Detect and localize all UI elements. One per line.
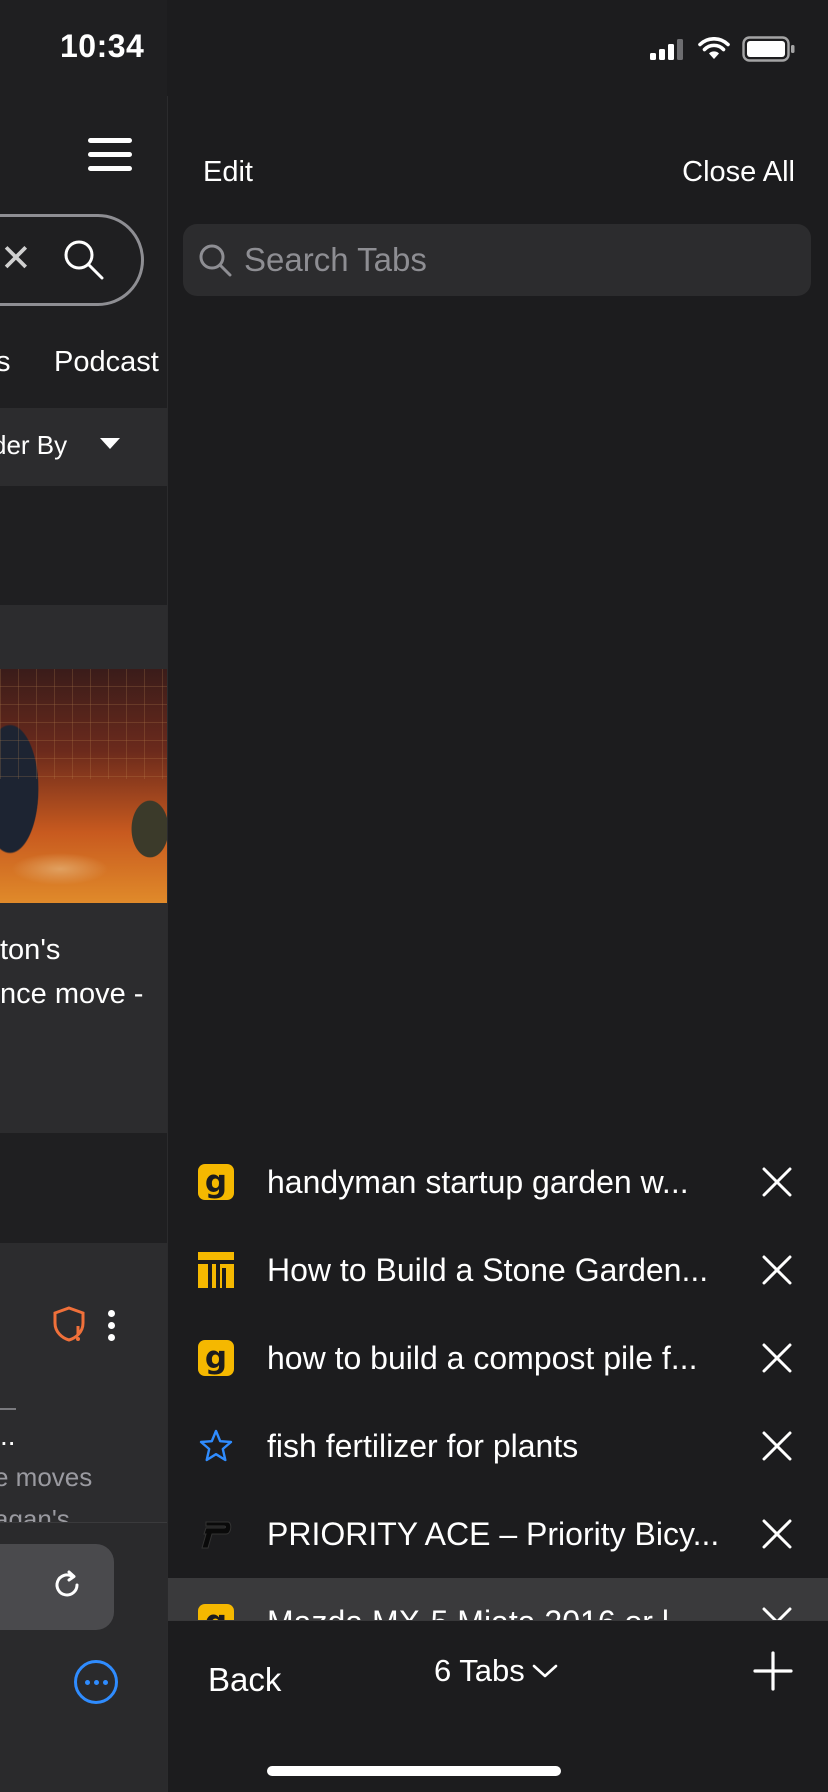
status-icons [650,36,796,62]
tab-list: g handyman startup garden w... How to Bu… [168,1138,828,1666]
tab-title: PRIORITY ACE – Priority Bicy... [267,1516,720,1552]
close-all-button[interactable]: Close All [682,156,795,189]
tabs-panel: Edit Close All Search Tabs g handyman st… [167,96,828,1792]
tab-row[interactable]: g handyman startup garden w... [168,1138,828,1226]
close-icon[interactable] [761,1342,793,1374]
chevron-down-icon [532,1664,558,1678]
tf-icon [198,1252,234,1288]
more-vertical-icon[interactable] [108,1310,115,1346]
close-icon[interactable] [761,1166,793,1198]
search-tabs-input[interactable]: Search Tabs [183,224,811,296]
snippet-line-1: e moves [0,1462,93,1492]
new-tab-plus-icon[interactable] [753,1651,793,1691]
divider-short [0,1408,16,1410]
tabs-count-label: 6 Tabs [434,1653,525,1688]
headline-line-2: nce move - [0,978,144,1010]
shield-alert-icon[interactable] [52,1306,86,1347]
battery-icon [742,36,795,62]
tab-row[interactable]: PRIORITY ACE – Priority Bicy... [168,1490,828,1578]
g-icon: g [198,1340,234,1376]
reload-icon[interactable] [50,1568,84,1607]
caret-down-icon[interactable] [100,438,120,449]
status-time: 10:34 [60,28,145,64]
category-tab-partial[interactable]: s [0,346,11,379]
hamburger-menu-icon[interactable] [88,138,132,172]
cellular-signal-icon [650,39,683,60]
article-headline[interactable]: ton's nce move - [0,928,143,1016]
order-by-label[interactable]: der By [0,430,67,461]
headline-line-1: ton's [0,934,61,966]
tab-row[interactable]: g how to build a compost pile f... [168,1314,828,1402]
search-icon [199,244,232,277]
snippet-ellipsis: .. [0,1420,16,1451]
search-placeholder: Search Tabs [244,241,427,278]
wifi-icon [698,37,730,59]
edit-button[interactable]: Edit [203,156,253,189]
tab-title: how to build a compost pile f... [267,1340,698,1376]
tab-title: How to Build a Stone Garden... [267,1252,709,1288]
star-icon [198,1428,234,1464]
priority-logo-icon [198,1516,234,1552]
tab-row[interactable]: How to Build a Stone Garden... [168,1226,828,1314]
home-indicator[interactable] [267,1766,561,1776]
close-icon[interactable] [761,1430,793,1462]
close-icon[interactable] [761,1254,793,1286]
background-page: 10:34 ✕ s Podcast der By ton's nce move … [0,0,167,1792]
search-icon[interactable] [62,238,104,285]
tab-row[interactable]: fish fertilizer for plants [168,1402,828,1490]
article-thumbnail[interactable] [0,669,167,903]
g-icon: g [198,1164,234,1200]
more-options-icon[interactable] [74,1660,118,1704]
divider [0,1243,167,1263]
tab-title: handyman startup garden w... [267,1164,689,1200]
close-icon[interactable] [761,1518,793,1550]
clear-search-icon[interactable]: ✕ [0,240,32,278]
category-tab-podcast[interactable]: Podcast [54,346,159,379]
tab-title: fish fertilizer for plants [267,1428,579,1464]
back-button[interactable]: Back [208,1661,281,1699]
tabs-count-button[interactable]: 6 Tabs [434,1653,559,1689]
